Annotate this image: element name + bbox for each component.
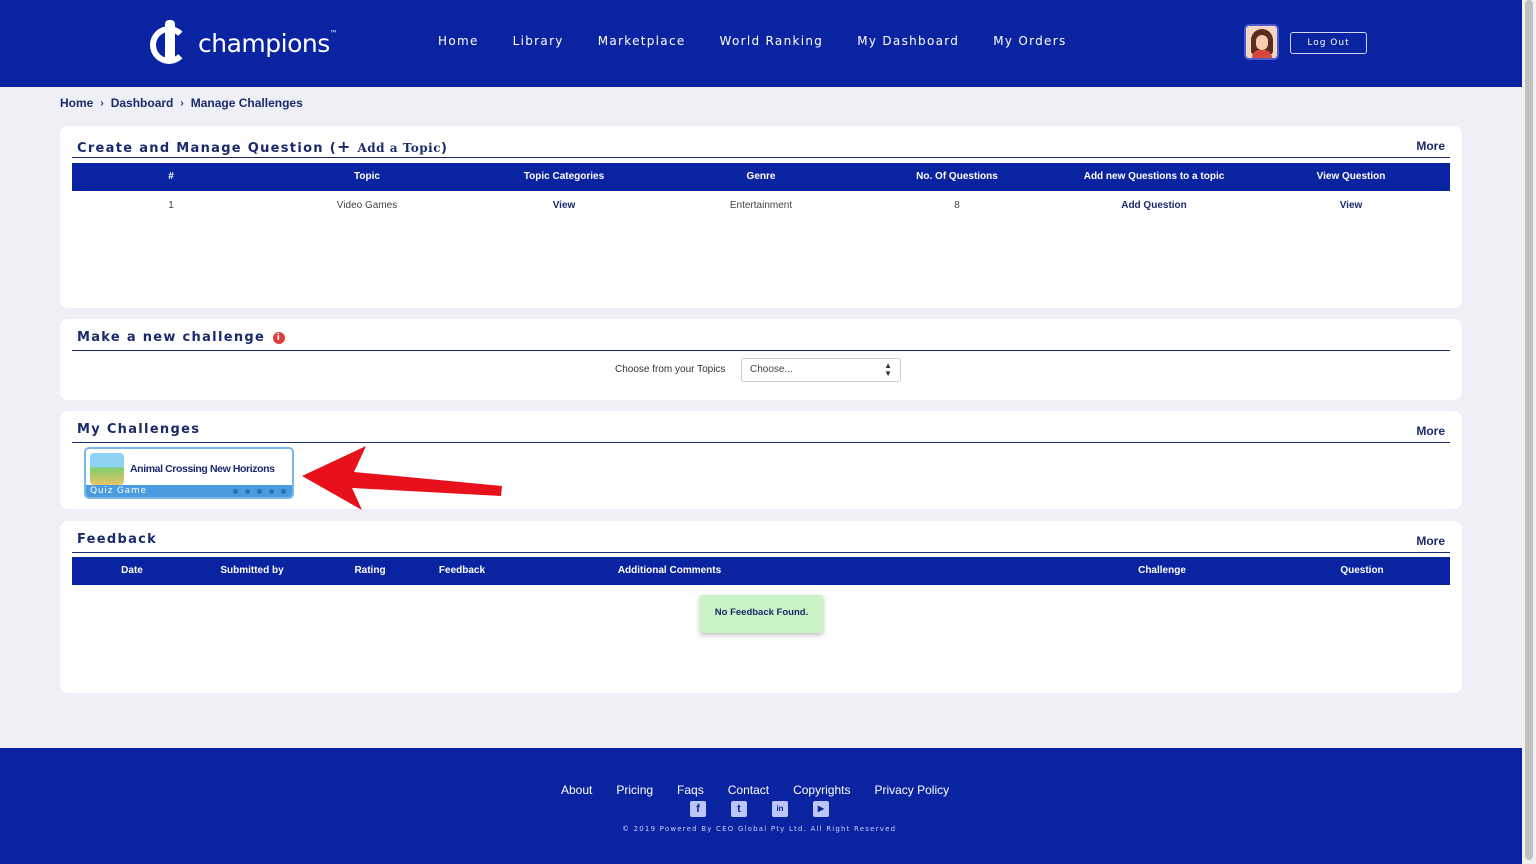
add-question-link[interactable]: Add Question: [1069, 192, 1239, 220]
divider: [72, 442, 1450, 443]
col-rating: Rating: [354, 565, 386, 576]
feedback-table-header: Date Submitted by Rating Feedback Additi…: [72, 557, 1450, 585]
row-genre: Entertainment: [729, 200, 793, 211]
col-add-questions: Add new Questions to a topic: [1083, 171, 1225, 182]
nav-my-orders[interactable]: My Orders: [993, 34, 1066, 48]
divider: [72, 350, 1450, 351]
questions-more-link[interactable]: More: [1416, 139, 1445, 153]
plus-icon: +: [336, 137, 352, 156]
challenge-name: Animal Crossing New Horizons: [130, 463, 275, 475]
new-challenge-card: Make a new challenge i Choose from your …: [60, 319, 1462, 400]
main-nav: Home Library Marketplace World Ranking M…: [438, 34, 1101, 48]
card-title-my-challenges: My Challenges: [77, 422, 201, 437]
row-topic: Video Games: [336, 200, 398, 211]
logo-trademark: ™: [329, 28, 338, 38]
footer-about[interactable]: About: [561, 783, 592, 797]
divider: [72, 552, 1450, 553]
col-topic-categories: Topic Categories: [523, 171, 605, 182]
card-title-feedback: Feedback: [77, 532, 158, 547]
col-number: #: [168, 171, 174, 182]
nav-library[interactable]: Library: [513, 34, 564, 48]
col-view-question: View Question: [1316, 171, 1386, 182]
breadcrumb-dashboard[interactable]: Dashboard: [111, 96, 174, 110]
challenge-type: Quiz Game: [90, 486, 147, 496]
footer-faqs[interactable]: Faqs: [677, 783, 704, 797]
copyright-text: © 2019 Powered By CEO Global Pty Ltd. Al…: [622, 825, 897, 833]
info-icon[interactable]: i: [272, 331, 285, 344]
table-row: 1 Video Games View Entertainment 8 Add Q…: [72, 192, 1450, 220]
challenge-thumbnail: [90, 453, 124, 485]
page-scrollbar[interactable]: [1522, 0, 1536, 864]
divider: [72, 157, 1450, 158]
nav-marketplace[interactable]: Marketplace: [598, 34, 686, 48]
card-title-new-challenge: Make a new challenge i: [77, 330, 285, 345]
col-feedback: Feedback: [438, 565, 486, 576]
facebook-icon[interactable]: f: [690, 801, 706, 817]
col-genre: Genre: [746, 171, 776, 182]
breadcrumb-home[interactable]: Home: [60, 96, 93, 110]
manage-questions-card: Create and Manage Question (+ Add a Topi…: [60, 126, 1462, 308]
feedback-card: Feedback More Date Submitted by Rating F…: [60, 521, 1462, 693]
my-challenges-card: My Challenges More Animal Crossing New H…: [60, 411, 1462, 509]
logo-text: champions: [198, 28, 330, 58]
view-categories-link[interactable]: View: [479, 192, 649, 220]
select-arrows-icon: ▲ ▼: [884, 361, 892, 378]
champions-logo-icon: [150, 20, 190, 66]
col-date: Date: [121, 565, 143, 576]
challenges-more-link[interactable]: More: [1416, 424, 1445, 438]
footer-privacy-policy[interactable]: Privacy Policy: [874, 783, 949, 797]
empty-state-message: No Feedback Found.: [700, 595, 823, 633]
col-topic: Topic: [354, 171, 380, 182]
col-submitted-by: Submitted by: [220, 565, 284, 576]
col-question: Question: [1340, 565, 1384, 576]
row-number: 1: [168, 200, 174, 211]
top-header: champions™ Home Library Marketplace Worl…: [0, 0, 1522, 87]
scrollbar-thumb[interactable]: [1525, 0, 1533, 860]
social-links: f t in ▶: [690, 801, 836, 817]
footer-links: About Pricing Faqs Contact Copyrights Pr…: [561, 783, 973, 797]
col-challenge: Challenge: [1138, 565, 1186, 576]
champions-logo[interactable]: champions™: [150, 20, 338, 66]
view-question-link[interactable]: View: [1266, 192, 1436, 220]
breadcrumb-current: Manage Challenges: [190, 96, 303, 110]
logout-button[interactable]: Log Out: [1290, 32, 1367, 54]
col-question-count: No. Of Questions: [916, 171, 998, 182]
challenge-type-bar: Quiz Game: [86, 485, 292, 497]
footer-pricing[interactable]: Pricing: [616, 783, 653, 797]
nav-my-dashboard[interactable]: My Dashboard: [857, 34, 959, 48]
feedback-more-link[interactable]: More: [1416, 534, 1445, 548]
red-arrow-annotation: [302, 446, 502, 510]
page-footer: About Pricing Faqs Contact Copyrights Pr…: [0, 748, 1522, 864]
footer-copyrights[interactable]: Copyrights: [793, 783, 850, 797]
challenge-tile[interactable]: Animal Crossing New Horizons Quiz Game: [84, 447, 294, 499]
row-question-count: 8: [954, 200, 960, 211]
footer-contact[interactable]: Contact: [728, 783, 769, 797]
chevron-right-icon: ›: [180, 97, 184, 109]
twitter-icon[interactable]: t: [731, 801, 747, 817]
user-avatar[interactable]: [1244, 24, 1279, 60]
choose-topics-label: Choose from your Topics: [615, 364, 726, 375]
youtube-icon[interactable]: ▶: [813, 801, 829, 817]
topic-select[interactable]: Choose... ▲ ▼: [741, 358, 901, 382]
nav-world-ranking[interactable]: World Ranking: [720, 34, 824, 48]
chevron-right-icon: ›: [100, 97, 104, 109]
card-title-questions: Create and Manage Question (+ Add a Topi…: [77, 137, 449, 156]
dots-icon: [233, 489, 286, 494]
linkedin-icon[interactable]: in: [772, 801, 788, 817]
add-topic-link[interactable]: (+ Add a Topic): [330, 137, 449, 156]
nav-home[interactable]: Home: [438, 34, 479, 48]
col-additional-comments: Additional Comments: [617, 565, 722, 576]
questions-table-header: # Topic Topic Categories Genre No. Of Qu…: [72, 163, 1450, 191]
breadcrumb: Home › Dashboard › Manage Challenges: [60, 96, 303, 110]
